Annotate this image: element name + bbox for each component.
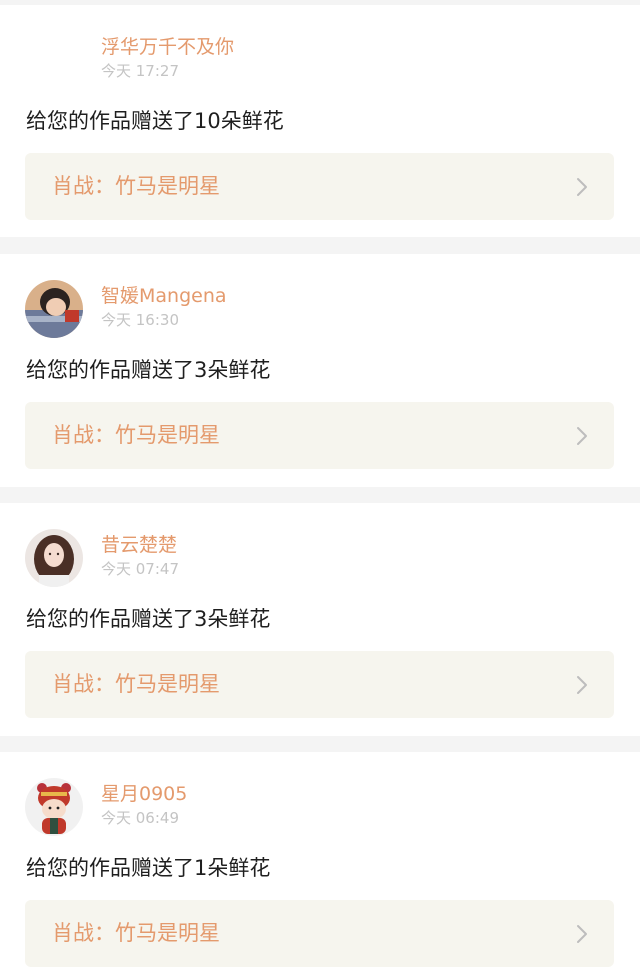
work-title: 肖战：竹马是明星: [52, 672, 220, 696]
timestamp: 今天 17:27: [101, 62, 179, 80]
timestamp: 今天 06:49: [101, 809, 179, 827]
work-link[interactable]: 肖战：竹马是明星: [25, 153, 614, 220]
gift-notification-feed: 浮华万千不及你 今天 17:27 给您的作品赠送了10朵鲜花 肖战：竹马是明星 …: [0, 0, 640, 973]
avatar[interactable]: [25, 280, 83, 338]
work-title: 肖战：竹马是明星: [52, 174, 220, 198]
timestamp: 今天 16:30: [101, 311, 179, 329]
notification-card: 星月0905 今天 06:49 给您的作品赠送了1朵鲜花 肖战：竹马是明星: [0, 752, 640, 973]
work-title: 肖战：竹马是明星: [52, 921, 220, 945]
work-link[interactable]: 肖战：竹马是明星: [25, 900, 614, 967]
username[interactable]: 浮华万千不及你: [101, 36, 234, 58]
chevron-right-icon: [577, 427, 587, 445]
avatar[interactable]: [25, 31, 83, 89]
username[interactable]: 昔云楚楚: [101, 534, 177, 556]
chevron-right-icon: [577, 676, 587, 694]
work-link[interactable]: 肖战：竹马是明星: [25, 651, 614, 718]
gift-message: 给您的作品赠送了10朵鲜花: [26, 109, 284, 133]
gift-message: 给您的作品赠送了3朵鲜花: [26, 358, 271, 382]
work-link[interactable]: 肖战：竹马是明星: [25, 402, 614, 469]
work-title: 肖战：竹马是明星: [52, 423, 220, 447]
chevron-right-icon: [577, 925, 587, 943]
username[interactable]: 智媛Mangena: [101, 285, 227, 307]
avatar[interactable]: [25, 529, 83, 587]
username[interactable]: 星月0905: [101, 783, 187, 805]
notification-card: 浮华万千不及你 今天 17:27 给您的作品赠送了10朵鲜花 肖战：竹马是明星: [0, 5, 640, 237]
chevron-right-icon: [577, 178, 587, 196]
gift-message: 给您的作品赠送了3朵鲜花: [26, 607, 271, 631]
notification-card: 昔云楚楚 今天 07:47 给您的作品赠送了3朵鲜花 肖战：竹马是明星: [0, 503, 640, 736]
avatar[interactable]: [25, 778, 83, 836]
timestamp: 今天 07:47: [101, 560, 179, 578]
notification-card: 智媛Mangena 今天 16:30 给您的作品赠送了3朵鲜花 肖战：竹马是明星: [0, 254, 640, 487]
gift-message: 给您的作品赠送了1朵鲜花: [26, 856, 271, 880]
